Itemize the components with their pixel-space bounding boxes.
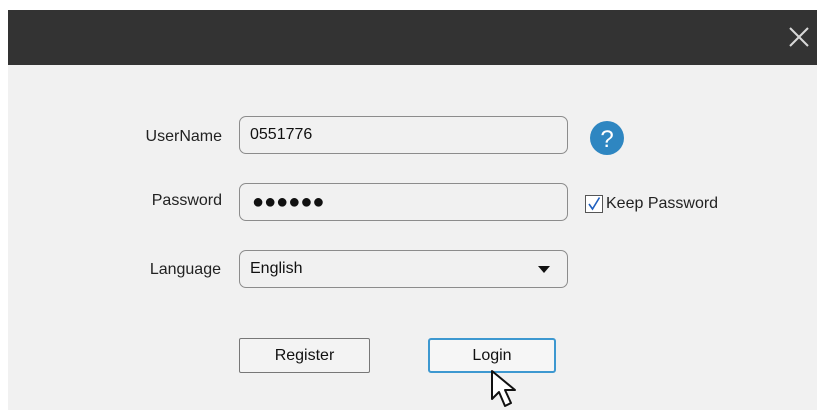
keep-password-option[interactable]: Keep Password <box>585 193 718 215</box>
keep-password-label: Keep Password <box>606 195 719 212</box>
language-label: Language <box>149 261 221 278</box>
username-input[interactable]: 0551776 <box>239 116 568 154</box>
username-label: UserName <box>145 128 222 145</box>
register-button[interactable]: Register <box>239 338 370 373</box>
close-icon[interactable] <box>785 23 813 51</box>
password-input[interactable]: ●●●●●● <box>239 183 568 221</box>
login-dialog: UserName 0551776 ? Password ●●●●●● Keep … <box>8 10 817 410</box>
keep-password-checkbox[interactable] <box>585 195 603 213</box>
login-button[interactable]: Login <box>428 338 556 373</box>
question-mark-icon[interactable]: ? <box>589 120 625 156</box>
username-value: 0551776 <box>250 126 313 143</box>
language-selected-value: English <box>250 260 303 277</box>
language-select[interactable]: English <box>239 250 568 288</box>
password-masked-value: ●●●●●● <box>252 190 325 213</box>
checkmark-icon <box>588 197 601 211</box>
mouse-pointer-icon <box>491 370 516 407</box>
dropdown-arrow-icon <box>538 266 550 273</box>
title-bar <box>8 10 817 65</box>
svg-text:?: ? <box>600 126 613 153</box>
password-label: Password <box>151 192 222 209</box>
